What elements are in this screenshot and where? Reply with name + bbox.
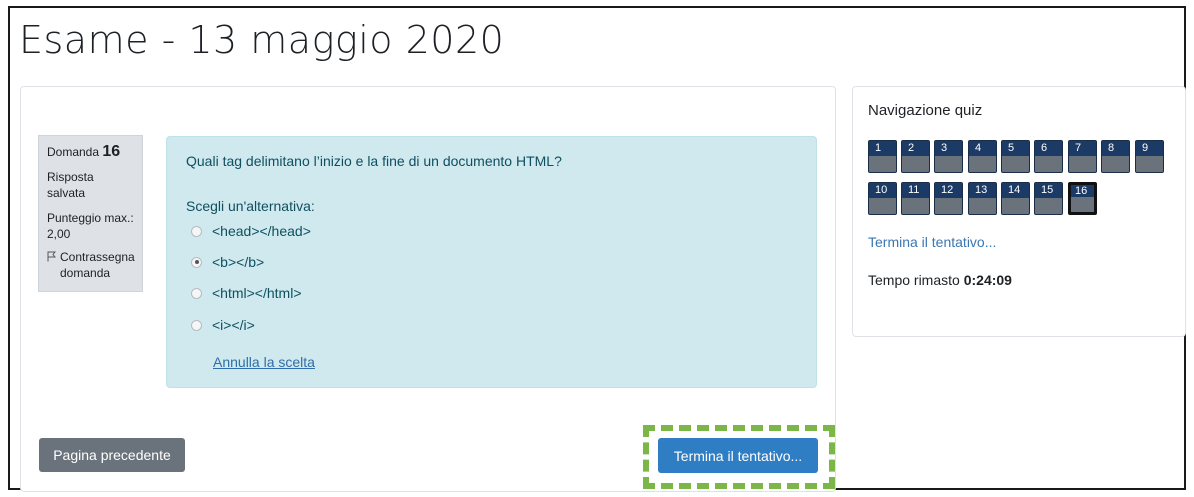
nav-question-number: 8 [1102,141,1129,156]
radio-button-selected[interactable] [191,256,202,268]
answer-prompt: Scegli un'alternativa: [186,198,315,214]
nav-question-number: 6 [1035,141,1062,156]
radio-button[interactable] [191,225,202,237]
time-remaining: Tempo rimasto 0:24:09 [868,272,1012,288]
clear-choice-link[interactable]: Annulla la scelta [213,354,315,370]
nav-question-number: 12 [935,183,962,198]
nav-question-button[interactable]: 14 [1001,182,1030,215]
flag-question-toggle[interactable]: Contrassegna domanda [47,249,135,281]
question-number-value: 16 [102,143,121,160]
flag-question-label: Contrassegna domanda [60,250,135,280]
nav-question-number: 16 [1071,185,1094,197]
page-title: Esame - 13 maggio 2020 [19,18,505,62]
time-remaining-value: 0:24:09 [963,272,1012,288]
nav-question-button[interactable]: 12 [934,182,963,215]
nav-question-number: 13 [969,183,996,198]
nav-question-number: 4 [969,141,996,156]
nav-question-number: 9 [1136,141,1163,156]
answer-option[interactable]: <i></i> [191,317,255,333]
nav-question-button[interactable]: 15 [1034,182,1063,215]
nav-question-number: 3 [935,141,962,156]
nav-question-button[interactable]: 7 [1068,140,1097,173]
nav-question-button[interactable]: 11 [901,182,930,215]
nav-question-button[interactable]: 8 [1101,140,1130,173]
nav-question-button[interactable]: 10 [868,182,897,215]
radio-button[interactable] [191,319,202,331]
nav-question-button[interactable]: 2 [901,140,930,173]
radio-button[interactable] [191,287,202,299]
question-info-panel: Domanda 16 Risposta salvata Punteggio ma… [38,135,143,292]
question-number: Domanda 16 [47,144,134,160]
max-score: Punteggio max.: 2,00 [47,210,134,242]
question-content: Quali tag delimitano l’inizio e la fine … [166,136,817,388]
answer-option[interactable]: <head></head> [191,223,311,239]
nav-question-button[interactable]: 4 [968,140,997,173]
nav-question-number: 15 [1035,183,1062,198]
max-score-value: 2,00 [47,227,71,241]
question-status: Risposta salvata [47,170,94,200]
answer-option-label: <head></head> [212,223,311,239]
quiz-navigation-title: Navigazione quiz [868,102,983,119]
nav-question-button[interactable]: 3 [934,140,963,173]
question-text: Quali tag delimitano l’inizio e la fine … [186,153,562,169]
nav-question-number: 10 [869,183,896,198]
nav-question-number: 2 [902,141,929,156]
nav-question-button[interactable]: 1 [868,140,897,173]
max-score-label: Punteggio max.: [47,211,134,225]
answer-option[interactable]: <html></html> [191,285,302,301]
nav-question-button-current[interactable]: 16 [1068,182,1097,215]
finish-attempt-button[interactable]: Termina il tentativo... [658,438,818,473]
nav-question-number: 5 [1002,141,1029,156]
answer-option-label: <html></html> [212,285,302,301]
question-number-label: Domanda [47,145,100,159]
time-remaining-label: Tempo rimasto [868,272,960,288]
flag-icon [47,251,56,262]
previous-page-button[interactable]: Pagina precedente [39,438,185,472]
nav-finish-attempt-link[interactable]: Termina il tentativo... [868,234,996,250]
nav-question-button[interactable]: 13 [968,182,997,215]
nav-question-number: 1 [869,141,896,156]
nav-question-button[interactable]: 6 [1034,140,1063,173]
nav-question-number: 11 [902,183,929,198]
nav-question-number: 14 [1002,183,1029,198]
answer-option[interactable]: <b></b> [191,254,264,270]
answer-option-label: <i></i> [212,317,255,333]
nav-question-number: 7 [1069,141,1096,156]
nav-question-button[interactable]: 5 [1001,140,1030,173]
nav-question-button[interactable]: 9 [1135,140,1164,173]
answer-option-label: <b></b> [212,254,265,270]
